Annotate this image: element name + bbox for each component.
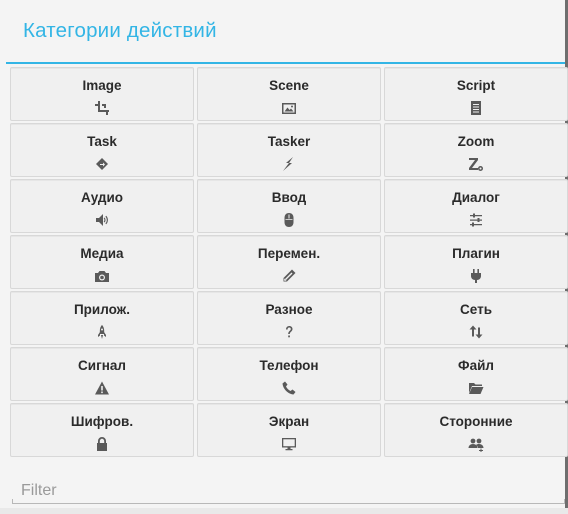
- category-label: Прилож.: [73, 302, 131, 317]
- category-folder-open[interactable]: Файл: [384, 347, 568, 401]
- script-doc-icon: [467, 99, 485, 117]
- folder-open-icon: [467, 379, 485, 397]
- third-party-users-icon: [467, 435, 485, 453]
- speaker-icon: [93, 211, 111, 229]
- dialog-title: Категории действий: [23, 19, 217, 42]
- category-label: Сторонние: [439, 414, 513, 429]
- category-monitor[interactable]: Экран: [197, 403, 381, 457]
- filter-field-container: [12, 478, 565, 504]
- category-up-down-arrows[interactable]: Сеть: [384, 291, 568, 345]
- category-label: Zoom: [457, 134, 495, 149]
- category-label: Телефон: [259, 358, 319, 373]
- question-icon: [280, 323, 298, 341]
- category-task-diamond[interactable]: Task: [10, 123, 194, 177]
- category-pencil[interactable]: Перемен.: [197, 235, 381, 289]
- dialog-header: Категории действий: [0, 0, 565, 62]
- category-speaker[interactable]: Аудио: [10, 179, 194, 233]
- lock-icon: [93, 435, 111, 453]
- bottom-edge: [0, 508, 568, 514]
- category-label: Экран: [268, 414, 310, 429]
- category-picture[interactable]: Scene: [197, 67, 381, 121]
- action-category-dialog: Категории действий Image Scene Script Task T…: [0, 0, 568, 514]
- category-mouse[interactable]: Ввод: [197, 179, 381, 233]
- category-lock[interactable]: Шифров.: [10, 403, 194, 457]
- category-label: Плагин: [452, 246, 500, 261]
- category-label: Image: [82, 78, 122, 93]
- task-diamond-icon: [93, 155, 111, 173]
- category-grid: Image Scene Script Task Tasker Zoom Аудио Ввод Д…: [10, 67, 568, 457]
- lightning-icon: [280, 155, 298, 173]
- phone-icon: [280, 379, 298, 397]
- title-divider: [6, 62, 565, 64]
- pencil-icon: [280, 267, 298, 285]
- rocket-icon: [93, 323, 111, 341]
- warning-icon: [93, 379, 111, 397]
- category-lightning[interactable]: Tasker: [197, 123, 381, 177]
- sliders-icon: [467, 211, 485, 229]
- category-label: Tasker: [267, 134, 311, 149]
- category-rocket[interactable]: Прилож.: [10, 291, 194, 345]
- category-label: Шифров.: [70, 414, 134, 429]
- up-down-arrows-icon: [467, 323, 485, 341]
- category-label: Перемен.: [257, 246, 321, 261]
- zoom-z-gear-icon: [467, 155, 485, 173]
- monitor-icon: [280, 435, 298, 453]
- category-label: Разное: [265, 302, 313, 317]
- category-third-party-users[interactable]: Сторонние: [384, 403, 568, 457]
- filter-input[interactable]: [12, 478, 565, 504]
- category-question[interactable]: Разное: [197, 291, 381, 345]
- category-label: Task: [87, 134, 117, 149]
- category-warning[interactable]: Сигнал: [10, 347, 194, 401]
- category-plug[interactable]: Плагин: [384, 235, 568, 289]
- category-sliders[interactable]: Диалог: [384, 179, 568, 233]
- plug-icon: [467, 267, 485, 285]
- category-label: Сеть: [460, 302, 492, 317]
- category-script-doc[interactable]: Script: [384, 67, 568, 121]
- category-label: Script: [456, 78, 496, 93]
- picture-icon: [280, 99, 298, 117]
- category-crop[interactable]: Image: [10, 67, 194, 121]
- crop-icon: [93, 99, 111, 117]
- category-label: Медиа: [80, 246, 124, 261]
- category-label: Диалог: [452, 190, 500, 205]
- category-label: Scene: [269, 78, 309, 93]
- category-label: Ввод: [271, 190, 307, 205]
- category-label: Файл: [458, 358, 494, 373]
- category-label: Сигнал: [78, 358, 126, 373]
- category-phone[interactable]: Телефон: [197, 347, 381, 401]
- category-zoom-z-gear[interactable]: Zoom: [384, 123, 568, 177]
- camera-icon: [93, 267, 111, 285]
- category-label: Аудио: [80, 190, 124, 205]
- category-camera[interactable]: Медиа: [10, 235, 194, 289]
- mouse-icon: [280, 211, 298, 229]
